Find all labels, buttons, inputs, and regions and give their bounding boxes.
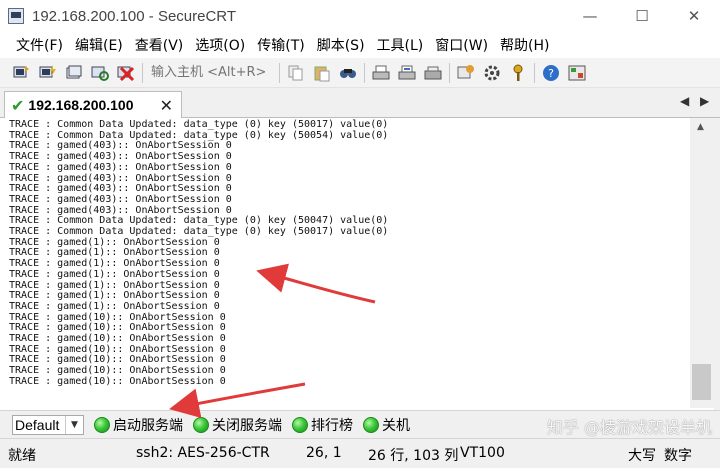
window-title: 192.168.200.100 - SecureCRT [32, 7, 237, 25]
sftp-icon[interactable] [567, 63, 587, 83]
connect-tab-icon[interactable] [64, 63, 84, 83]
minimize-button[interactable]: — [564, 0, 616, 32]
key-icon[interactable] [508, 63, 528, 83]
menu-file[interactable]: 文件(F) [10, 35, 69, 55]
tab-label: 192.168.200.100 [28, 97, 134, 113]
toolbar-separator [142, 62, 143, 83]
terminal-line: TRACE : gamed(10):: OnAbortSession 0 [9, 375, 226, 387]
scrollbar-thumb[interactable] [692, 364, 711, 400]
start-server-button[interactable]: 启动服务端 [94, 415, 183, 435]
terminal-scrollbar[interactable]: ▲ [690, 118, 714, 408]
help-icon[interactable]: ? [541, 63, 561, 83]
connected-check-icon: ✔ [11, 95, 25, 115]
scroll-up-icon[interactable]: ▲ [697, 122, 704, 132]
leaderboard-label: 排行榜 [311, 417, 353, 434]
tab-session[interactable]: ✔ 192.168.200.100 ✕ [4, 91, 182, 118]
toolbar-separator [449, 62, 450, 83]
session-tab-bar: ✔ 192.168.200.100 ✕ ◀ ▶ [0, 88, 720, 118]
stop-server-button[interactable]: 关闭服务端 [193, 415, 282, 435]
menu-tools[interactable]: 工具(L) [371, 35, 430, 55]
green-dot-icon [193, 416, 209, 433]
menu-transfer[interactable]: 传输(T) [251, 35, 310, 55]
tab-close-icon[interactable]: ✕ [160, 96, 173, 115]
toolbar-separator [364, 62, 365, 83]
menu-options[interactable]: 选项(O) [189, 35, 251, 55]
reconnect-icon[interactable] [90, 63, 110, 83]
status-bar: 就绪 ssh2: AES-256-CTR 26, 1 26 行, 103 列 V… [0, 438, 720, 468]
chevron-down-icon[interactable]: ▼ [65, 415, 83, 434]
paste-icon[interactable] [312, 63, 332, 83]
green-dot-icon [292, 416, 308, 433]
title-bar: 192.168.200.100 - SecureCRT — ☐ ✕ [0, 0, 720, 32]
menu-bar: 文件(F) 编辑(E) 查看(V) 选项(O) 传输(T) 脚本(S) 工具(L… [0, 32, 720, 58]
menu-window[interactable]: 窗口(W) [429, 35, 494, 55]
host-input[interactable] [149, 61, 271, 84]
status-cipher: ssh2: AES-256-CTR [136, 445, 270, 461]
status-cursor: 26, 1 [306, 445, 342, 461]
toolbar-separator [534, 62, 535, 83]
window-controls: — ☐ ✕ [564, 0, 720, 32]
leaderboard-button[interactable]: 排行榜 [292, 415, 353, 435]
menu-view[interactable]: 查看(V) [129, 35, 190, 55]
tab-scroll-right-icon[interactable]: ▶ [700, 94, 709, 108]
close-button[interactable]: ✕ [668, 0, 720, 32]
menu-edit[interactable]: 编辑(E) [69, 35, 129, 55]
menu-help[interactable]: 帮助(H) [494, 35, 555, 55]
toolbar-separator [279, 62, 280, 83]
terminal-line: TRACE : gamed(1):: OnAbortSession 0 [9, 268, 220, 280]
button-bar-select-value: Default [15, 416, 60, 433]
shutdown-button[interactable]: 关机 [363, 415, 410, 435]
toolbar: ? [0, 58, 720, 88]
copy-icon[interactable] [286, 63, 306, 83]
quick-connect-icon[interactable] [38, 63, 58, 83]
status-num: 数字 [664, 448, 692, 464]
printer-setup-icon[interactable] [423, 63, 443, 83]
green-dot-icon [363, 416, 379, 433]
status-caps: 大写 [628, 448, 656, 464]
securecrt-app-icon [8, 8, 24, 24]
global-options-icon[interactable] [482, 63, 502, 83]
session-options-icon[interactable] [456, 63, 476, 83]
menu-script[interactable]: 脚本(S) [311, 35, 371, 55]
print-selection-icon[interactable] [397, 63, 417, 83]
shutdown-label: 关机 [382, 417, 410, 434]
green-dot-icon [94, 416, 110, 433]
connect-icon[interactable] [12, 63, 32, 83]
button-bar: Default ▼ 启动服务端 关闭服务端 排行榜 关机 知乎 @棱游戏架设单机 [0, 410, 720, 438]
svg-text:?: ? [548, 67, 554, 80]
watermark: 知乎 @棱游戏架设单机 [546, 418, 712, 437]
terminal-output[interactable]: TRACE : Common Data Updated: data_type (… [4, 118, 690, 408]
button-bar-select[interactable]: Default ▼ [12, 414, 84, 435]
maximize-button[interactable]: ☐ [616, 0, 668, 32]
terminal-line: TRACE : gamed(403):: OnAbortSession 0 [9, 161, 232, 173]
disconnect-icon[interactable] [116, 63, 136, 83]
print-icon[interactable] [371, 63, 391, 83]
start-server-label: 启动服务端 [113, 417, 183, 434]
stop-server-label: 关闭服务端 [212, 417, 282, 434]
status-ready: 就绪 [8, 448, 36, 464]
find-icon[interactable] [338, 63, 358, 83]
tab-scroll-left-icon[interactable]: ◀ [680, 94, 689, 108]
status-size: 26 行, 103 列 [368, 448, 459, 464]
status-terminal-type: VT100 [460, 445, 505, 461]
